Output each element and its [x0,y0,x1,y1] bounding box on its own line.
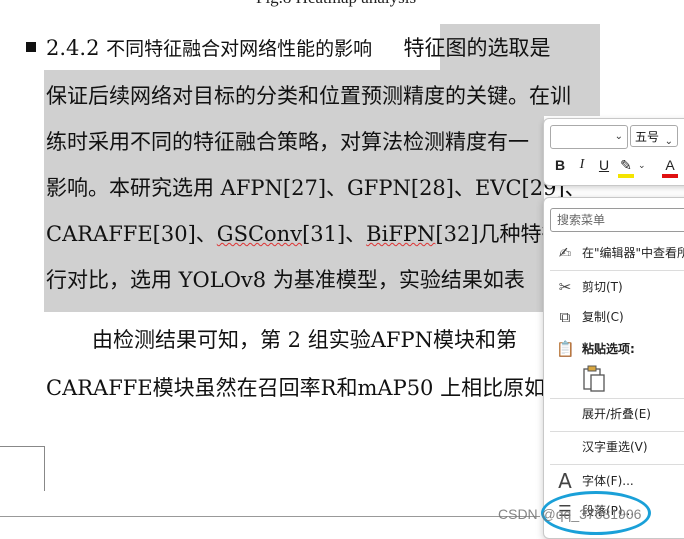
menu-item-font[interactable]: A 字体(F)... [544,468,684,494]
font-color-icon: A [665,157,675,173]
menu-item-paste-options: 📋 粘贴选项: [544,336,684,362]
highlight-button[interactable]: ✎ [618,157,634,178]
menu-item-label: 粘贴选项: [582,342,635,356]
chevron-down-icon: ⌄ [664,136,673,147]
body-line[interactable]: 行对比，选用 YOLOv8 为基准模型，实验结果如表 [46,265,525,295]
menu-separator [550,464,684,465]
menu-item-label: 复制(C) [582,310,624,324]
font-size-select[interactable]: 五号 ⌄ [630,125,678,147]
page-bottom-edge [0,516,540,517]
body-text: [31]、 [302,222,367,246]
underline-button[interactable]: U [596,157,612,173]
menu-item-cut[interactable]: ✂ 剪切(T) [544,274,684,300]
body-line[interactable]: CARAFFE[30]、GSConv[31]、BiFPN[32]几种特征融 [46,219,584,249]
font-color-button[interactable]: A [662,157,678,178]
body-line[interactable]: 影响。本研究选用 AFPN[27]、GFPN[28]、EVC[29]、 [46,173,586,203]
menu-item-label: 展开/折叠(E) [582,407,651,421]
body-line[interactable]: 练时采用不同的特征融合策略，对算法检测精度有一 [46,127,529,157]
menu-item-view-in-editor[interactable]: ✍ 在"编辑器"中查看所 [544,240,684,266]
editor-view-icon: ✍ [558,244,572,262]
highlight-color-swatch [618,174,634,178]
font-size-value: 五号 [635,130,660,144]
body-line[interactable]: CARAFFE模块虽然在召回率R和mAP50 上相比原如 [46,373,545,403]
mini-toolbar: ⌄ 五号 ⌄ B I U ✎ ⌄ A [543,118,684,186]
font-name-select[interactable]: ⌄ [550,125,628,149]
paragraph-mark-icon [26,42,36,52]
spellcheck-word: GSConv [216,222,303,246]
font-color-swatch [662,174,678,178]
menu-item-label: 汉字重选(V) [582,440,648,454]
menu-separator [550,431,684,432]
page-margin-mark [0,446,45,491]
paste-icon: 📋 [556,340,575,358]
chevron-down-icon: ⌄ [614,131,623,142]
chevron-down-icon[interactable]: ⌄ [638,160,646,171]
search-menu-input[interactable]: 搜索菜单 [550,208,684,232]
heading-text: 不同特征融合对网络性能的影响 [106,38,373,60]
body-line[interactable]: 由检测结果可知，第 2 组实验AFPN模块和第 [92,325,517,355]
spellcheck-word: BiFPN [366,222,436,246]
bold-button[interactable]: B [552,157,568,173]
menu-item-label: 在"编辑器"中查看所 [582,246,684,260]
body-text: CARAFFE[30]、 [46,222,217,246]
menu-item-expand-collapse[interactable]: 展开/折叠(E) [544,401,684,427]
context-menu: 搜索菜单 ✍ 在"编辑器"中查看所 ✂ 剪切(T) ⧉ 复制(C) 📋 粘贴选项… [543,197,684,539]
menu-item-label: 字体(F)... [582,474,634,488]
menu-item-copy[interactable]: ⧉ 复制(C) [544,304,684,330]
font-icon: A [558,469,572,493]
heading-number: 2.4.2 [46,36,100,60]
heading-line[interactable]: 2.4.2 不同特征融合对网络性能的影响 特征图的选取是 [46,33,551,64]
body-line[interactable]: 保证后续网络对目标的分类和位置预测精度的关键。在训 [46,81,571,111]
watermark: CSDN @qq_37631906 [498,506,642,522]
menu-separator [550,270,684,271]
menu-item-label: 剪切(T) [582,280,623,294]
copy-icon: ⧉ [559,308,571,326]
figure-caption: Fig.8 Heatmap analysis [256,0,416,8]
paste-clipboard-icon [583,365,605,392]
italic-button[interactable]: I [574,157,590,173]
scissors-icon: ✂ [558,278,572,296]
body-text: 特征图的选取是 [403,36,551,60]
menu-separator [550,398,684,399]
menu-item-reselect-hanzi[interactable]: 汉字重选(V) [544,434,684,460]
highlighter-icon: ✎ [620,157,632,173]
paste-keep-text-button[interactable] [581,365,607,393]
